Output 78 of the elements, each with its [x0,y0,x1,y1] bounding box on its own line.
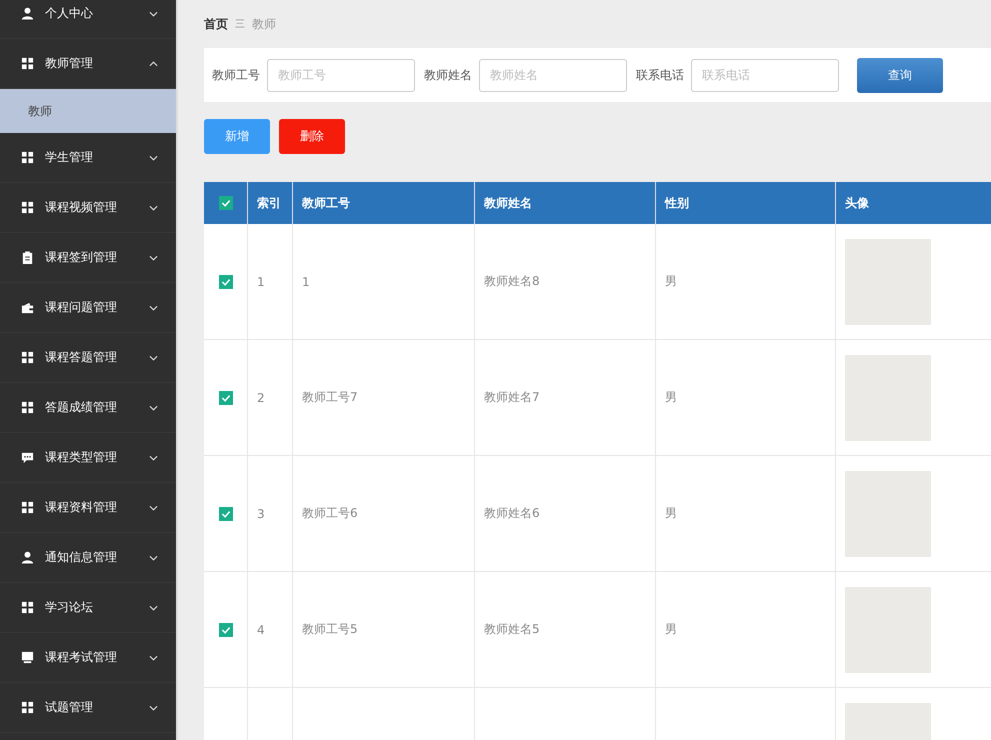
grid-icon [21,151,34,164]
table-cell: 教师姓名5 [484,622,540,636]
sidebar-item[interactable]: 课程类型管理 [0,433,176,483]
menu-label: 学生管理 [45,149,94,166]
wallet-icon [21,301,34,314]
input-field[interactable]: 教师工号 [267,58,415,92]
column-header: 教师工号 [292,182,474,224]
breadcrumb-link[interactable]: 首页 [204,16,228,32]
table-cell: 教师工号7 [302,390,358,404]
delete-button[interactable]: 删除 [279,119,345,154]
sidebar-item[interactable]: 通知信息管理 [0,533,176,583]
menu-label: 答题成绩管理 [45,399,118,416]
field-label: 联系电话 [636,66,684,84]
menu-label: 课程签到管理 [45,249,118,266]
sidebar-item[interactable]: 课程答题管理 [0,333,176,383]
row-checkbox[interactable] [218,390,232,405]
table-cell: 男 [665,622,677,636]
column-header: 索引 [248,182,292,224]
table-cell: 男 [665,506,677,520]
submenu-item[interactable]: 教师 [0,89,176,133]
field-label: 教师姓名 [424,66,472,84]
sidebar-item[interactable]: 课程问题管理 [0,283,176,333]
table-cell: 4 [257,622,265,636]
input-field[interactable]: 联系电话 [691,58,839,92]
sidebar-item[interactable]: 学生管理 [0,133,176,183]
input-field[interactable]: 教师姓名 [479,58,627,92]
table-cell: 教师工号6 [302,506,358,520]
table-cell: 教师姓名6 [484,506,540,520]
row-checkbox[interactable] [218,622,232,637]
row-checkbox[interactable] [218,506,232,521]
sidebar-item[interactable]: 学习论坛 [0,583,176,633]
chat-icon [21,451,34,464]
grid-icon [21,701,34,714]
menu-label: 学习论坛 [45,599,94,616]
field-label: 教师工号 [212,66,260,84]
clipboard-icon [21,251,34,264]
sidebar-item[interactable]: 课程签到管理 [0,233,176,283]
menu-label: 课程问题管理 [45,299,118,316]
menu-label: 课程视频管理 [45,199,118,216]
column-header: 性别 [656,182,836,224]
table-cell: 2 [257,390,265,404]
sidebar-item[interactable]: 课程资料管理 [0,483,176,533]
sidebar-item[interactable]: 个人中心 [0,0,176,39]
menu-label: 教师管理 [45,55,94,72]
sidebar-item[interactable]: 试题管理 [0,683,176,733]
table-cell: 1 [302,274,310,288]
column-header: 头像 [836,182,991,224]
table-cell: 3 [257,506,265,520]
person-icon [21,7,34,20]
grid-icon [21,501,34,514]
sidebar-item[interactable]: 课程视频管理 [0,183,176,233]
menu-label: 课程资料管理 [45,499,118,516]
sidebar-item[interactable]: 答题成绩管理 [0,383,176,433]
person-icon [21,551,34,564]
table-cell: 教师姓名8 [484,274,540,288]
breadcrumb-current: 教师 [252,16,276,32]
menu-label: 个人中心 [45,5,94,22]
table-cell: 男 [665,274,677,288]
table-cell: 1 [257,274,265,288]
row-checkbox[interactable] [218,274,232,289]
select-all-checkbox[interactable] [218,196,232,210]
table-cell: 教师姓名7 [484,390,540,404]
grid-icon [21,201,34,214]
menu-label: 课程类型管理 [45,449,118,466]
breadcrumb-separator: 三 [235,18,245,31]
menu-label: 试题管理 [45,699,94,716]
grid-icon [21,401,34,414]
table-cell: 男 [665,390,677,404]
grid-icon [21,351,34,364]
grid-icon [21,57,34,70]
menu-label: 课程答题管理 [45,349,118,366]
table-cell: 教师工号5 [302,622,358,636]
menu-label: 通知信息管理 [45,549,118,566]
column-header: 教师姓名 [474,182,656,224]
grid-icon [21,601,34,614]
menu-label: 课程考试管理 [45,649,118,666]
search-button[interactable]: 查询 [857,58,943,92]
sidebar-item[interactable]: 课程考试管理 [0,633,176,683]
